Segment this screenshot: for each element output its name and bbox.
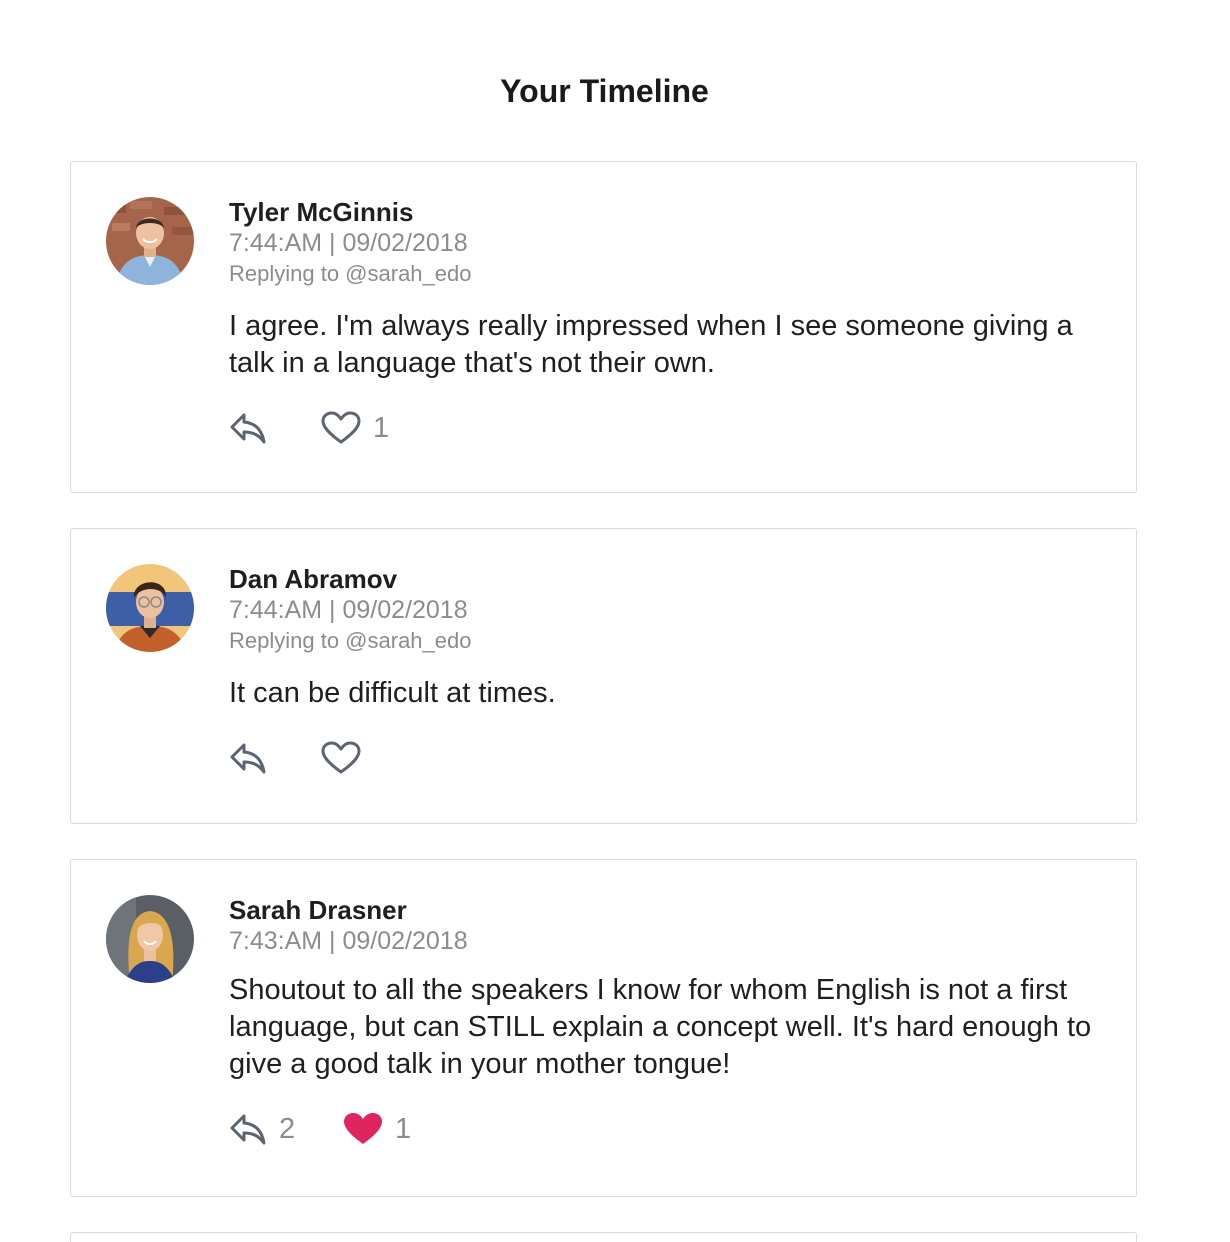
reply-count: 2 (279, 1113, 296, 1145)
reply-icon (229, 411, 267, 445)
like-count: 1 (395, 1113, 412, 1145)
author-name[interactable]: Dan Abramov (229, 563, 1106, 595)
heart-outline-icon (321, 741, 361, 775)
like-button[interactable]: 1 (321, 406, 389, 450)
tweet-text: I agree. I'm always really impressed whe… (229, 310, 1073, 379)
reply-button[interactable]: 2 (229, 1107, 343, 1151)
tweet-card[interactable]: Dan Abramov 7:44:AM | 09/02/2018 Replyin… (70, 528, 1137, 824)
like-button[interactable] (321, 741, 373, 775)
author-name[interactable]: Tyler McGinnis (229, 196, 1106, 228)
avatar[interactable] (106, 895, 194, 983)
timeline-page: Your Timeline Tyler McGinnis 7:44:AM | 0… (0, 0, 1230, 1242)
tweet-card[interactable]: Tyler McGinnis 7:44:AM | 09/02/2018 Repl… (70, 161, 1137, 493)
tweet-card[interactable] (70, 1232, 1137, 1242)
replying-to: Replying to @sarah_edo (229, 628, 472, 653)
tweet-card[interactable]: Sarah Drasner 7:43:AM | 09/02/2018 Shout… (70, 859, 1137, 1197)
timestamp: 7:43:AM | 09/02/2018 (229, 927, 468, 955)
like-count: 1 (373, 412, 390, 444)
tweet-content: Sarah Drasner 7:43:AM | 09/02/2018 Shout… (229, 894, 1106, 1151)
replying-to: Replying to @sarah_edo (229, 261, 472, 286)
heart-filled-icon (343, 1112, 383, 1146)
avatar[interactable] (106, 197, 194, 285)
heart-outline-icon (321, 411, 361, 445)
avatar[interactable] (106, 564, 194, 652)
timestamp: 7:44:AM | 09/02/2018 (229, 596, 468, 624)
tweet-actions: 1 (229, 406, 1106, 450)
tweet-content: Dan Abramov 7:44:AM | 09/02/2018 Replyin… (229, 563, 1106, 780)
tweet-actions: 2 1 (229, 1107, 1106, 1151)
author-name[interactable]: Sarah Drasner (229, 894, 1106, 926)
reply-button[interactable] (229, 411, 321, 445)
timestamp: 7:44:AM | 09/02/2018 (229, 229, 468, 257)
page-title: Your Timeline (500, 73, 709, 109)
reply-button[interactable] (229, 741, 321, 775)
tweet-text: It can be difficult at times. (229, 677, 556, 709)
like-button[interactable]: 1 (343, 1107, 411, 1151)
tweet-content: Tyler McGinnis 7:44:AM | 09/02/2018 Repl… (229, 196, 1106, 450)
tweet-text: Shoutout to all the speakers I know for … (229, 974, 1092, 1080)
tweet-actions (229, 736, 1106, 780)
reply-icon (229, 1112, 267, 1146)
reply-icon (229, 741, 267, 775)
